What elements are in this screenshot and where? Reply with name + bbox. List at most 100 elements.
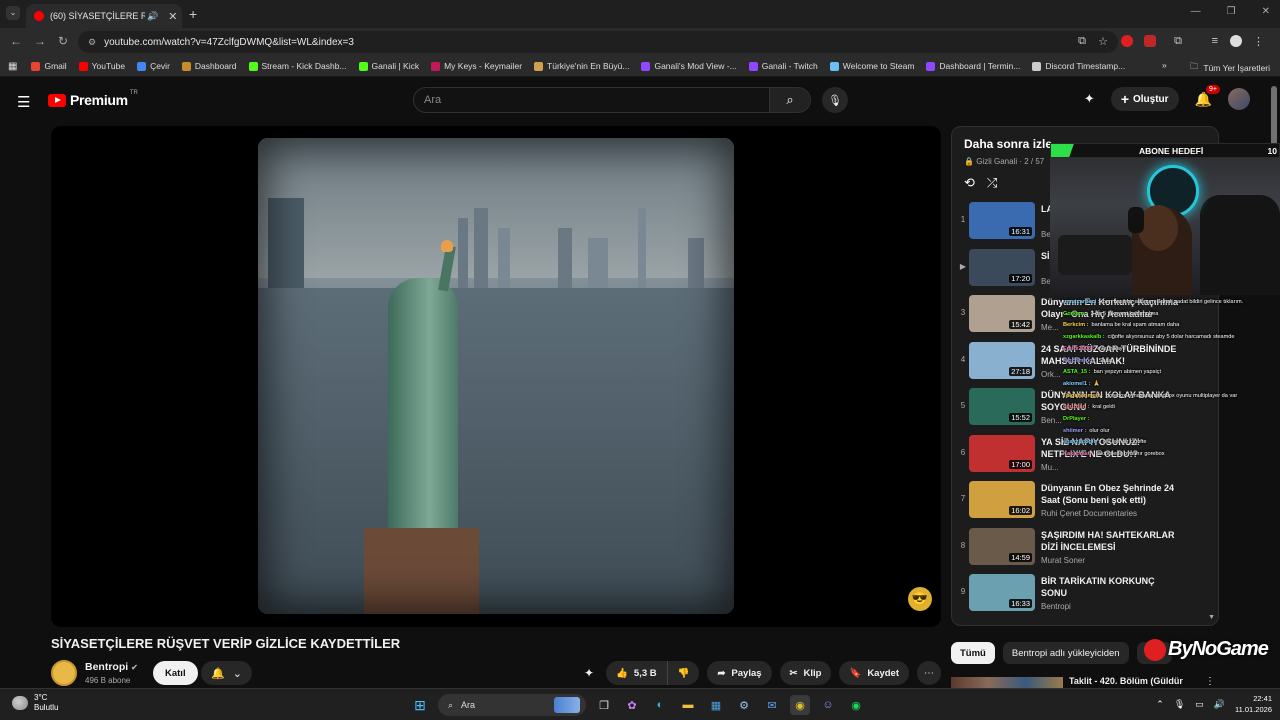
close-tab-icon[interactable]: ✕: [168, 10, 177, 23]
extensions-icon[interactable]: ⧉: [1174, 35, 1182, 48]
playlist-item-channel[interactable]: Ruhi Çenet Documentaries: [1041, 509, 1137, 518]
more-bookmarks-icon[interactable]: »: [1162, 60, 1167, 70]
close-window-icon[interactable]: ✕: [1262, 6, 1270, 17]
playlist-item[interactable]: 7 16:02 Dünyanın En Obez Şehrinde 24 Saat …: [952, 478, 1218, 525]
recommended-title[interactable]: Taklit - 420. Bölüm (Güldür: [1069, 676, 1183, 686]
filter-chip[interactable]: Bentropi adlı yükleyiciden: [1002, 642, 1129, 664]
playlist-item-channel[interactable]: Murat Soner: [1041, 556, 1085, 565]
speaker-icon[interactable]: 🔊: [147, 11, 158, 22]
playlist-item-title[interactable]: Dünyanın En Obez Şehrinde 24 Saat (Sonu …: [1041, 482, 1181, 506]
bookmark-item[interactable]: Ganali - Twitch: [748, 61, 818, 71]
bookmark-item[interactable]: My Keys - Keymailer: [431, 61, 522, 71]
windows-start-icon[interactable]: ⊞: [410, 695, 430, 715]
profile-icon[interactable]: [1230, 35, 1242, 47]
playlist-item[interactable]: 9 16:33 BİR TARİKATIN KORKUNÇ SONU Bentropi: [952, 571, 1218, 618]
search-input[interactable]: [413, 87, 770, 113]
shuffle-icon[interactable]: ⤮: [987, 175, 997, 191]
playlist-item-thumbnail[interactable]: 27:18: [969, 341, 1035, 379]
chrome-icon[interactable]: ◉: [790, 695, 810, 715]
bookmark-item[interactable]: Discord Timestamp...: [1032, 61, 1125, 71]
bookmark-item[interactable]: Stream - Kick Dashb...: [248, 61, 347, 71]
join-button[interactable]: Katıl: [153, 661, 198, 685]
bookmark-item[interactable]: Çevir: [137, 61, 170, 71]
playlist-item-thumbnail[interactable]: 16:02: [969, 481, 1035, 518]
subscription-bell-button[interactable]: 🔔 ⌄: [201, 661, 252, 685]
channel-name[interactable]: Bentropi ✔: [85, 661, 138, 673]
spotify-icon[interactable]: ◉: [846, 695, 866, 715]
clock[interactable]: 22:41 11.01.2026: [1235, 693, 1272, 715]
weather-widget[interactable]: 3°C Bulutlu: [12, 693, 58, 713]
microsoft-store-icon[interactable]: ▦: [706, 695, 726, 715]
youtube-premium-logo[interactable]: Premium TR: [48, 90, 138, 108]
url-bar[interactable]: ⚙ youtube.com/watch?v=47ZclfgDWMQ&list=W…: [78, 31, 1118, 53]
browser-tab[interactable]: (60) SİYASETÇİLERE RÜŞVET 🔊 ✕: [26, 4, 182, 28]
media-control-icon[interactable]: ≡: [1212, 35, 1218, 47]
account-avatar[interactable]: [1228, 88, 1250, 110]
display-icon[interactable]: ▭: [1195, 699, 1204, 710]
bookmark-item[interactable]: Dashboard | Termin...: [926, 61, 1020, 71]
playlist-item-channel[interactable]: Bentropi: [1041, 602, 1071, 611]
playlist-item-channel[interactable]: Ork...: [1041, 370, 1061, 379]
playlist-item-channel[interactable]: Me...: [1041, 323, 1059, 332]
file-explorer-icon[interactable]: ▬: [678, 695, 698, 715]
all-bookmarks[interactable]: 🗀 Tüm Yer İşaretleri: [1190, 61, 1270, 75]
back-icon[interactable]: ←: [10, 34, 22, 48]
create-button[interactable]: + Oluştur: [1110, 87, 1179, 111]
more-options-icon[interactable]: ⋮: [1205, 676, 1215, 687]
minimize-icon[interactable]: —: [1191, 6, 1201, 17]
playlist-item-thumbnail[interactable]: 15:52: [969, 388, 1035, 425]
share-button[interactable]: ➦ Paylaş: [707, 661, 772, 685]
playlist-item[interactable]: 8 14:59 ŞAŞIRDIM HA! SAHTEKARLAR DİZİ İNCE…: [952, 525, 1218, 572]
edge-icon[interactable]: ◐: [650, 695, 670, 715]
extension-tp-icon[interactable]: [1144, 35, 1156, 47]
playlist-title[interactable]: Daha sonra izle: [964, 137, 1052, 151]
search-button[interactable]: ⌕: [770, 87, 811, 113]
bookmark-item[interactable]: YouTube: [78, 61, 125, 71]
site-info-icon[interactable]: ⚙: [88, 37, 96, 48]
taskbar-search[interactable]: ⌕ Ara: [438, 694, 586, 716]
playlist-item-channel[interactable]: Ben...: [1041, 416, 1062, 425]
discord-icon[interactable]: ☺: [818, 695, 838, 715]
notifications-button[interactable]: 🔔 9+: [1195, 84, 1220, 108]
playlist-item-thumbnail[interactable]: 16:31: [969, 202, 1035, 239]
task-view-icon[interactable]: ❐: [594, 695, 614, 715]
playlist-item-thumbnail[interactable]: 15:42: [969, 295, 1035, 332]
bookmark-item[interactable]: Gmail: [31, 61, 67, 71]
maximize-icon[interactable]: ❐: [1227, 6, 1236, 17]
channel-avatar[interactable]: [51, 660, 77, 686]
save-button[interactable]: 🔖 Kaydet: [839, 661, 909, 685]
playlist-item-thumbnail[interactable]: 17:00: [969, 434, 1035, 472]
dislike-button[interactable]: 👎: [667, 661, 700, 685]
loop-icon[interactable]: ⟲: [964, 175, 975, 191]
more-actions-button[interactable]: ⋯: [917, 661, 941, 685]
voice-search-button[interactable]: 🎙: [822, 87, 848, 113]
playlist-scroll-down-icon[interactable]: ▼: [1208, 614, 1215, 621]
bookmark-star-icon[interactable]: ☆: [1098, 35, 1108, 48]
playlist-item-thumbnail[interactable]: 17:20: [969, 248, 1035, 286]
steam-icon[interactable]: ⚙: [734, 695, 754, 715]
reload-icon[interactable]: ↻: [58, 34, 68, 48]
bookmark-item[interactable]: Ganali's Mod View -...: [641, 61, 737, 71]
extension-puzzle-icon[interactable]: ✦: [584, 666, 594, 680]
filter-chip[interactable]: Tümü: [951, 642, 995, 664]
playlist-item-thumbnail[interactable]: 16:33: [969, 574, 1035, 611]
bookmark-item[interactable]: Ganali | Kick: [358, 61, 419, 71]
menu-icon[interactable]: ☰: [17, 93, 30, 111]
like-button[interactable]: 👍 5,3 B: [606, 661, 668, 685]
playlist-item-thumbnail[interactable]: 14:59: [969, 527, 1035, 565]
tab-search-button[interactable]: ⌄: [6, 6, 20, 20]
apps-grid-icon[interactable]: ▦: [8, 61, 17, 72]
extension-puzzle-icon[interactable]: ✦: [1084, 91, 1095, 107]
playlist-item-channel[interactable]: Mu...: [1041, 463, 1059, 472]
bookmark-item[interactable]: Türkiye'nin En Büyü...: [534, 61, 629, 71]
microphone-icon[interactable]: 🎙: [1174, 699, 1185, 710]
mail-icon[interactable]: ✉: [762, 695, 782, 715]
video-player[interactable]: 😎: [51, 126, 941, 627]
playlist-item-title[interactable]: ŞAŞIRDIM HA! SAHTEKARLAR DİZİ İNCELEMESİ: [1041, 529, 1181, 553]
bookmark-item[interactable]: Dashboard: [181, 61, 237, 71]
forward-icon[interactable]: →: [34, 34, 46, 48]
playlist-item-title[interactable]: BİR TARİKATIN KORKUNÇ SONU: [1041, 575, 1181, 599]
extension-red-icon[interactable]: [1121, 35, 1133, 47]
bookmark-item[interactable]: Welcome to Steam: [829, 61, 914, 71]
new-tab-button[interactable]: +: [189, 6, 197, 22]
